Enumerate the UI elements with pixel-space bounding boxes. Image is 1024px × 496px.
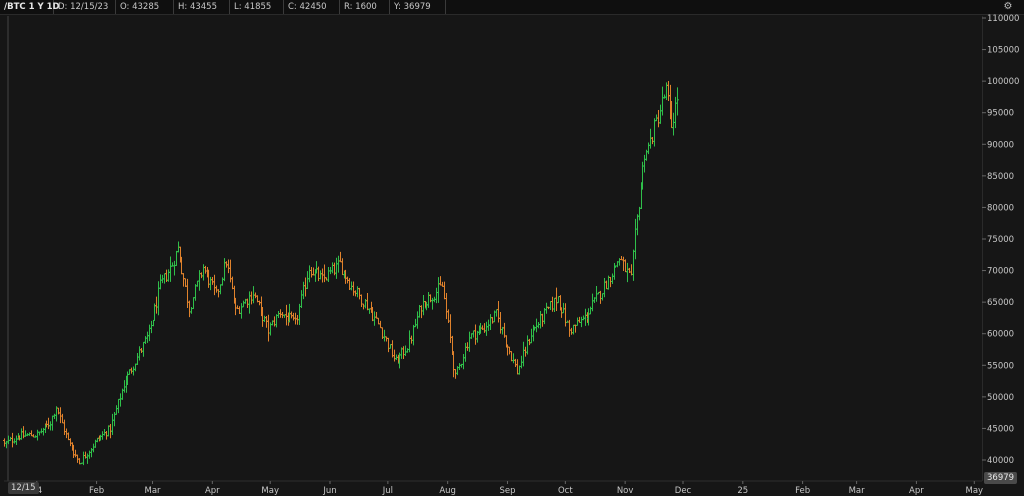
time-tick-label: Apr (909, 486, 924, 496)
time-tick-label: Sep (499, 486, 515, 496)
price-tick-label: 55000 (987, 361, 1014, 371)
time-tick-label: Nov (617, 486, 634, 496)
price-tick-label: 90000 (987, 140, 1014, 150)
price-tick-label: 75000 (987, 235, 1014, 245)
price-tick-label: 60000 (987, 330, 1014, 340)
time-tick-label: Mar (849, 486, 866, 496)
price-tick-label: 85000 (987, 172, 1014, 182)
time-tick-label: Oct (558, 486, 573, 496)
time-axis: 24FebMarAprMayJunJulAugSepOctNovDec25Feb… (31, 481, 983, 496)
price-axis-divider (982, 16, 983, 481)
price-tick-label: 95000 (987, 109, 1014, 119)
time-tick-label: Mar (145, 486, 162, 496)
ohlc-bars (3, 80, 679, 466)
price-tick-label: 105000 (987, 46, 1019, 56)
time-tick-label: Apr (205, 486, 220, 496)
time-tick-label: Dec (675, 486, 692, 496)
time-tick-label: Feb (795, 486, 810, 496)
time-tick-label: Feb (89, 486, 104, 496)
time-tick-label: May (965, 486, 983, 496)
price-tick-label: 80000 (987, 203, 1014, 213)
crosshair-date-badge: 12/15 (8, 482, 39, 494)
price-chart[interactable]: 110000 105000 100000 95000 90000 85000 80000 75… (0, 0, 1024, 496)
price-tick-label: 100000 (987, 77, 1019, 87)
time-tick-label: Jul (382, 486, 393, 496)
price-axis: 110000 105000 100000 95000 90000 85000 80000 75… (982, 14, 1019, 466)
price-tick-label: 70000 (987, 267, 1014, 277)
time-tick-label: Jun (322, 486, 336, 496)
price-tick-label: 40000 (987, 456, 1014, 466)
price-tick-label: 110000 (987, 14, 1019, 24)
price-tick-label: 65000 (987, 298, 1014, 308)
last-price-badge: 36979 (984, 472, 1018, 484)
time-tick-label: May (261, 486, 279, 496)
time-tick-label: Aug (439, 486, 456, 496)
price-tick-label: 45000 (987, 424, 1014, 434)
time-tick-label: 25 (737, 486, 748, 496)
price-tick-label: 50000 (987, 393, 1014, 403)
